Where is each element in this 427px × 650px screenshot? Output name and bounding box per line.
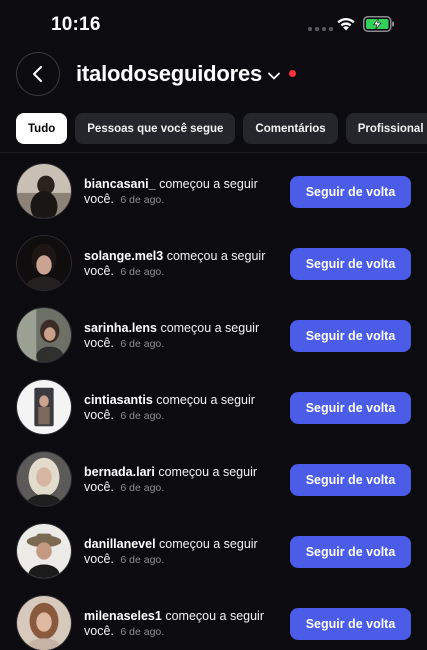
notification-list: biancasani_ começou a seguir você. 6 de …	[0, 155, 427, 650]
notification-text: milenaseles1 começou a seguir você. 6 de…	[84, 609, 280, 640]
username[interactable]: danillanevel	[84, 537, 156, 551]
notification-text: danillanevel começou a seguir você. 6 de…	[84, 537, 280, 568]
list-item[interactable]: biancasani_ começou a seguir você. 6 de …	[0, 155, 427, 227]
follow-back-button[interactable]: Seguir de volta	[290, 320, 411, 352]
back-button[interactable]	[16, 52, 60, 96]
notification-text: bernada.lari começou a seguir você. 6 de…	[84, 465, 280, 496]
avatar[interactable]	[16, 451, 72, 507]
list-item[interactable]: danillanevel começou a seguir você. 6 de…	[0, 515, 427, 587]
follow-back-button[interactable]: Seguir de volta	[290, 392, 411, 424]
list-item[interactable]: sarinha.lens começou a seguir você. 6 de…	[0, 299, 427, 371]
list-item[interactable]: solange.mel3 começou a seguir você. 6 de…	[0, 227, 427, 299]
chevron-down-icon	[268, 72, 280, 79]
username[interactable]: bernada.lari	[84, 465, 155, 479]
avatar[interactable]	[16, 595, 72, 650]
username[interactable]: milenaseles1	[84, 609, 162, 623]
account-name: italodoseguidores	[76, 61, 263, 86]
follow-back-button[interactable]: Seguir de volta	[290, 248, 411, 280]
time-ago: 6 de ago.	[120, 554, 165, 566]
avatar[interactable]	[16, 523, 72, 579]
follow-back-button[interactable]: Seguir de volta	[290, 536, 411, 568]
time-ago: 6 de ago.	[120, 410, 165, 422]
notification-text: solange.mel3 começou a seguir você. 6 de…	[84, 249, 280, 280]
status-bar: 10:16	[0, 0, 427, 46]
account-switcher[interactable]: italodoseguidores	[76, 61, 297, 87]
follow-back-button[interactable]: Seguir de volta	[290, 464, 411, 496]
tab-tudo[interactable]: Tudo	[16, 113, 68, 144]
time-ago: 6 de ago.	[120, 266, 165, 278]
tab-pessoas-que-voce-segue[interactable]: Pessoas que você segue	[75, 113, 236, 144]
tab-profissional[interactable]: Profissional	[345, 113, 427, 144]
time-ago: 6 de ago.	[120, 482, 165, 494]
list-item[interactable]: bernada.lari começou a seguir você. 6 de…	[0, 443, 427, 515]
notifications-screen: 10:16 italodoseguidores Tudo Pessoas que…	[0, 0, 427, 650]
status-time: 10:16	[51, 14, 101, 35]
follow-back-button[interactable]: Seguir de volta	[290, 176, 411, 208]
list-item[interactable]: milenaseles1 começou a seguir você. 6 de…	[0, 587, 427, 650]
avatar[interactable]	[16, 307, 72, 363]
time-ago: 6 de ago.	[120, 194, 165, 206]
battery-charging-icon	[363, 16, 394, 32]
username[interactable]: sarinha.lens	[84, 321, 157, 335]
divider	[0, 152, 427, 153]
avatar[interactable]	[16, 163, 72, 219]
chevron-left-icon	[33, 66, 42, 82]
notification-text: biancasani_ começou a seguir você. 6 de …	[84, 177, 280, 208]
tab-comentarios[interactable]: Comentários	[243, 113, 338, 144]
notification-text: sarinha.lens começou a seguir você. 6 de…	[84, 321, 280, 352]
username[interactable]: cintiasantis	[84, 393, 153, 407]
cellular-dots-icon	[308, 27, 333, 31]
list-item[interactable]: cintiasantis começou a seguir você. 6 de…	[0, 371, 427, 443]
follow-back-button[interactable]: Seguir de volta	[290, 608, 411, 640]
time-ago: 6 de ago.	[120, 338, 165, 350]
username[interactable]: solange.mel3	[84, 249, 163, 263]
avatar[interactable]	[16, 379, 72, 435]
time-ago: 6 de ago.	[120, 626, 165, 638]
avatar[interactable]	[16, 235, 72, 291]
wifi-icon	[337, 17, 355, 31]
notification-dot	[289, 69, 297, 77]
username[interactable]: biancasani_	[84, 177, 156, 191]
notification-text: cintiasantis começou a seguir você. 6 de…	[84, 393, 280, 424]
filter-tabs: Tudo Pessoas que você segue Comentários …	[16, 113, 427, 144]
